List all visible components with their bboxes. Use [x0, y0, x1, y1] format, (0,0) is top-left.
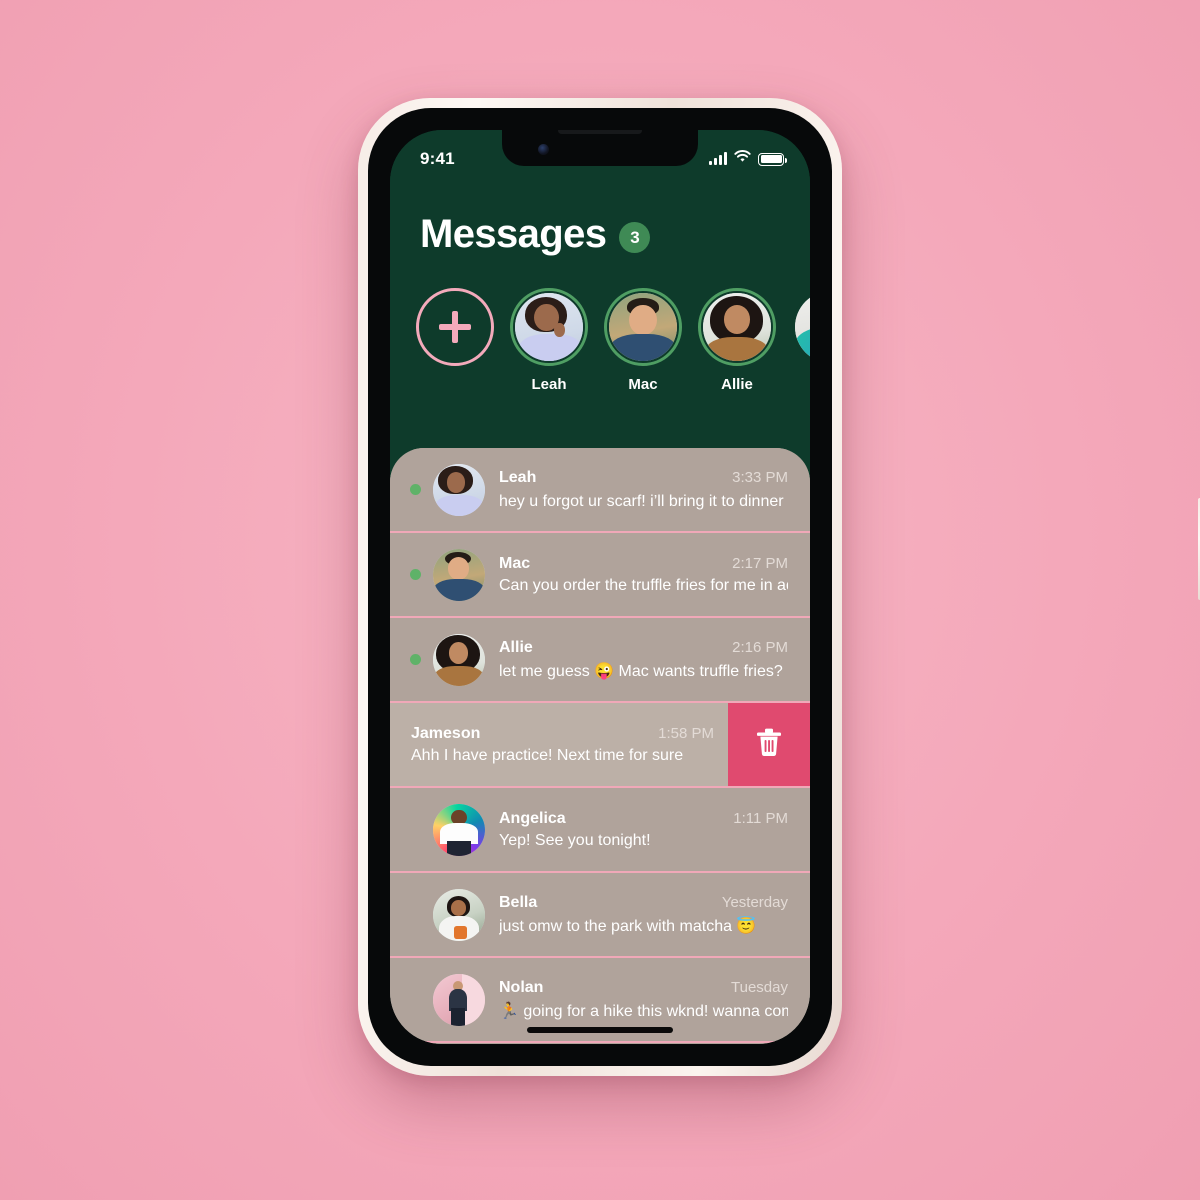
story-ring: [510, 288, 588, 366]
message-preview: hey u forgot ur scarf! i’ll bring it to …: [499, 492, 788, 510]
avatar: [433, 803, 485, 856]
story-item-jameson[interactable]: Jam: [792, 288, 810, 393]
unread-dot: [410, 654, 421, 665]
message-time: Yesterday: [721, 893, 788, 911]
story-item-mac[interactable]: Mac: [604, 288, 682, 393]
avatar: [703, 293, 771, 361]
contact-name: Jameson: [411, 724, 481, 742]
unread-dot: [410, 484, 421, 495]
avatar: [433, 888, 485, 941]
contact-name: Nolan: [499, 978, 544, 996]
contact-name: Leah: [499, 468, 537, 486]
stories-row[interactable]: Leah Mac Allie: [390, 288, 810, 393]
plus-icon: [416, 288, 494, 366]
table-row[interactable]: Leah 3:33 PM hey u forgot ur scarf! i’ll…: [390, 448, 810, 533]
avatar: [609, 293, 677, 361]
avatar: [795, 291, 810, 363]
message-body: Jameson 1:58 PM Ahh I have practice! Nex…: [411, 725, 714, 765]
unread-dot: [410, 569, 421, 580]
table-row[interactable]: Allie 2:16 PM let me guess 😜 Mac wants t…: [390, 618, 810, 703]
table-row[interactable]: Angelica 1:11 PM Yep! See you tonight!: [390, 788, 810, 873]
story-ring: [698, 288, 776, 366]
message-preview: 🏃 going for a hike this wknd! wanna come…: [499, 1002, 788, 1020]
story-ring: [604, 288, 682, 366]
cellular-signal-icon: [709, 152, 727, 165]
add-story-button[interactable]: [416, 288, 494, 366]
story-name: Allie: [721, 376, 753, 393]
unread-count-badge: 3: [619, 222, 651, 253]
message-list[interactable]: Leah 3:33 PM hey u forgot ur scarf! i’ll…: [390, 448, 810, 1044]
message-preview: Yep! See you tonight!: [499, 831, 651, 849]
message-body: Allie 2:16 PM let me guess 😜 Mac wants t…: [499, 639, 788, 681]
page-title: Messages: [420, 212, 607, 256]
story-item-leah[interactable]: Leah: [510, 288, 588, 393]
message-time: 2:17 PM: [732, 554, 788, 572]
unread-dot: [410, 909, 421, 920]
message-preview: Can you order the truffle fries for me i…: [499, 576, 788, 594]
message-body: Nolan Tuesday 🏃 going for a hike this wk…: [499, 979, 788, 1021]
title-row: Messages 3: [420, 212, 651, 257]
table-row[interactable]: Art Monday How’s the weather in Toronto?: [390, 1043, 810, 1044]
avatar: [433, 548, 485, 601]
message-body: Mac 2:17 PM Can you order the truffle fr…: [499, 555, 788, 595]
story-name: Leah: [531, 376, 567, 393]
contact-name: Allie: [499, 638, 533, 656]
table-row[interactable]: Bella Yesterday just omw to the park wit…: [390, 873, 810, 958]
status-icons: [709, 150, 787, 168]
message-body: Leah 3:33 PM hey u forgot ur scarf! i’ll…: [499, 469, 788, 511]
avatar: [433, 633, 485, 686]
phone-frame: 9:41 Messages 3 Leah Mac Allie Leah 3:33…: [358, 98, 1200, 1076]
story-name: Mac: [628, 376, 658, 393]
message-time: Tuesday: [731, 978, 788, 996]
status-time: 9:41: [420, 149, 455, 168]
contact-name: Mac: [499, 554, 531, 572]
swiped-row-content[interactable]: Jameson 1:58 PM Ahh I have practice! Nex…: [390, 703, 736, 786]
message-time: 2:16 PM: [732, 638, 788, 656]
delete-button[interactable]: [728, 703, 810, 786]
message-time: 3:33 PM: [732, 468, 788, 486]
wifi-icon: [734, 150, 751, 168]
message-body: Bella Yesterday just omw to the park wit…: [499, 894, 788, 936]
phone-screen: 9:41 Messages 3 Leah Mac Allie Leah 3:33…: [390, 130, 810, 1044]
battery-icon: [758, 152, 787, 166]
home-indicator[interactable]: [527, 1027, 673, 1033]
contact-name: Angelica: [499, 809, 566, 827]
table-row[interactable]: Jameson 1:58 PM Ahh I have practice! Nex…: [390, 703, 810, 788]
message-preview: Ahh I have practice! Next time for sure: [411, 746, 684, 764]
message-body: Angelica 1:11 PM Yep! See you tonight!: [499, 810, 788, 850]
avatar: [433, 463, 485, 516]
story-item-allie[interactable]: Allie: [698, 288, 776, 393]
story-ring: [792, 288, 810, 366]
unread-dot: [410, 824, 421, 835]
contact-name: Bella: [499, 893, 538, 911]
message-preview: let me guess 😜 Mac wants truffle fries?: [499, 662, 783, 680]
trash-icon: [755, 726, 783, 763]
avatar: [515, 293, 583, 361]
phone-bezel: 9:41 Messages 3 Leah Mac Allie Leah 3:33…: [368, 108, 832, 1066]
message-preview: just omw to the park with matcha 😇: [499, 917, 757, 935]
avatar: [433, 973, 485, 1026]
table-row[interactable]: Mac 2:17 PM Can you order the truffle fr…: [390, 533, 810, 618]
message-time: 1:58 PM: [658, 724, 714, 742]
message-time: 1:11 PM: [733, 809, 788, 827]
status-bar: 9:41: [390, 130, 810, 178]
unread-dot: [410, 994, 421, 1005]
